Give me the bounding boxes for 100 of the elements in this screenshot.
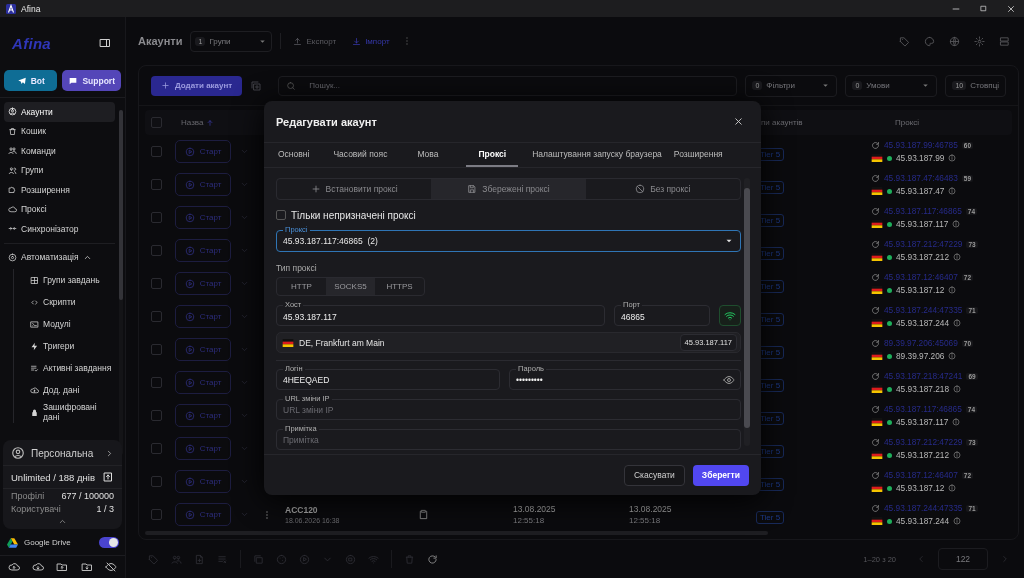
people-icon[interactable]	[171, 553, 182, 565]
nav-item[interactable]: Активні завдання	[26, 357, 115, 379]
refresh-icon[interactable]	[871, 305, 880, 315]
cookie-icon[interactable]	[276, 553, 287, 565]
tab[interactable]: Мова	[411, 143, 445, 167]
refresh-icon[interactable]	[871, 338, 880, 348]
checkbox[interactable]	[276, 210, 286, 220]
checkbox[interactable]	[151, 212, 162, 224]
segment-button[interactable]: HTTP	[277, 278, 326, 296]
nav-item[interactable]: Дод. дані	[26, 379, 115, 401]
info-icon[interactable]	[952, 418, 961, 427]
segment-button[interactable]: SOCKS5	[326, 278, 375, 296]
info-icon[interactable]	[948, 484, 957, 493]
eye-off-icon[interactable]	[104, 561, 117, 573]
tag-icon[interactable]	[899, 35, 910, 47]
checkbox[interactable]	[151, 377, 162, 389]
refresh-icon[interactable]	[871, 272, 880, 282]
segment-button[interactable]: Без проксі	[585, 179, 740, 199]
tab[interactable]: Основні	[272, 143, 316, 167]
copy-icon[interactable]	[253, 553, 264, 565]
add-account-button[interactable]: Додати акаунт	[151, 75, 243, 96]
column-header[interactable]: пи акаунтів	[761, 118, 803, 128]
info-icon[interactable]	[952, 220, 961, 229]
trash-icon[interactable]	[404, 553, 415, 565]
tag-icon[interactable]	[148, 553, 159, 565]
checkbox[interactable]	[151, 278, 162, 290]
search-field[interactable]: Пошук...	[278, 75, 738, 96]
settings-icon[interactable]	[974, 35, 985, 47]
nav-item[interactable]: Команди	[4, 141, 115, 161]
info-icon[interactable]	[953, 319, 962, 328]
maximize-icon[interactable]	[979, 4, 988, 13]
folder-download-icon[interactable]	[80, 561, 93, 573]
nav-item[interactable]: Розширення	[4, 180, 115, 200]
refresh-icon[interactable]	[871, 239, 880, 249]
page-field[interactable]: 122	[938, 548, 988, 570]
info-icon[interactable]	[948, 154, 957, 163]
nav-item[interactable]: Скрипти	[26, 291, 115, 313]
refresh-icon[interactable]	[871, 371, 880, 381]
checkbox[interactable]	[151, 476, 162, 488]
nav-item[interactable]: Тригери	[26, 335, 115, 357]
nav-item[interactable]: Групи	[4, 160, 115, 180]
scrollbar[interactable]	[744, 178, 750, 446]
tab[interactable]: Налаштування запуску браузера	[526, 143, 668, 167]
close-icon[interactable]	[1006, 3, 1016, 14]
checkbox[interactable]	[151, 410, 162, 422]
nav-item[interactable]: Групи завдань	[26, 269, 115, 291]
file-icon[interactable]	[194, 553, 205, 565]
tab[interactable]: Часовий пояс	[327, 143, 394, 167]
checkbox[interactable]	[151, 146, 162, 158]
checkbox[interactable]	[151, 179, 162, 191]
eye-icon[interactable]	[723, 374, 735, 386]
column-header[interactable]: Назва	[181, 118, 215, 128]
segment-button[interactable]: HTTPS	[375, 278, 424, 296]
refresh-icon[interactable]	[871, 437, 880, 447]
info-icon[interactable]	[953, 517, 962, 526]
support-button[interactable]: Support	[62, 70, 121, 91]
checkbox[interactable]	[151, 509, 162, 521]
info-icon[interactable]	[953, 385, 962, 394]
info-icon[interactable]	[948, 187, 957, 196]
nav-item[interactable]: Кошик	[4, 121, 115, 141]
segment-button[interactable]: Встановити проксі	[277, 179, 432, 199]
stop-icon[interactable]	[345, 553, 356, 565]
layers-icon[interactable]	[999, 35, 1010, 47]
copy-add-icon[interactable]	[250, 79, 263, 92]
play-icon[interactable]	[299, 553, 310, 565]
refresh-icon[interactable]	[871, 206, 880, 216]
list-icon[interactable]	[217, 553, 228, 565]
upload-icon[interactable]	[102, 471, 114, 483]
globe-icon[interactable]	[949, 35, 960, 47]
check-connection-button[interactable]	[719, 305, 741, 327]
refresh-icon[interactable]	[871, 404, 880, 414]
column-header[interactable]: Проксі	[895, 118, 919, 128]
chevron-right-icon[interactable]	[105, 448, 114, 458]
panel-toggle-icon[interactable]	[99, 37, 111, 49]
cloud-download-icon[interactable]	[32, 561, 45, 573]
nav-item[interactable]: Акаунти	[4, 102, 115, 122]
nav-item[interactable]: Синхронізатор	[4, 219, 115, 239]
nav-item[interactable]: Модулі	[26, 313, 115, 335]
refresh-icon[interactable]	[871, 173, 880, 183]
save-button[interactable]: Зберегти	[692, 464, 749, 486]
refresh-icon[interactable]	[871, 470, 880, 480]
clipboard-icon[interactable]	[418, 509, 429, 521]
bot-button[interactable]: Bot	[4, 70, 58, 91]
close-icon[interactable]	[733, 116, 744, 127]
checkbox[interactable]	[151, 443, 162, 455]
tab[interactable]: Проксі	[466, 143, 519, 167]
nav-item[interactable]: Зашифровані дані	[26, 401, 115, 423]
checkbox[interactable]	[151, 245, 162, 257]
chevron-up-icon[interactable]	[58, 517, 67, 526]
folder-upload-icon[interactable]	[56, 561, 69, 573]
refresh-icon[interactable]	[871, 503, 880, 513]
wifi-icon[interactable]	[368, 553, 379, 565]
nav-item[interactable]: Проксі	[4, 199, 115, 219]
tab[interactable]: Розширення	[667, 143, 729, 167]
checkbox[interactable]	[151, 344, 162, 356]
info-icon[interactable]	[953, 253, 962, 262]
checkbox[interactable]	[151, 117, 162, 129]
scrollbar[interactable]	[119, 110, 123, 455]
info-icon[interactable]	[948, 352, 957, 361]
nav-group[interactable]: Автоматизація	[4, 247, 115, 267]
